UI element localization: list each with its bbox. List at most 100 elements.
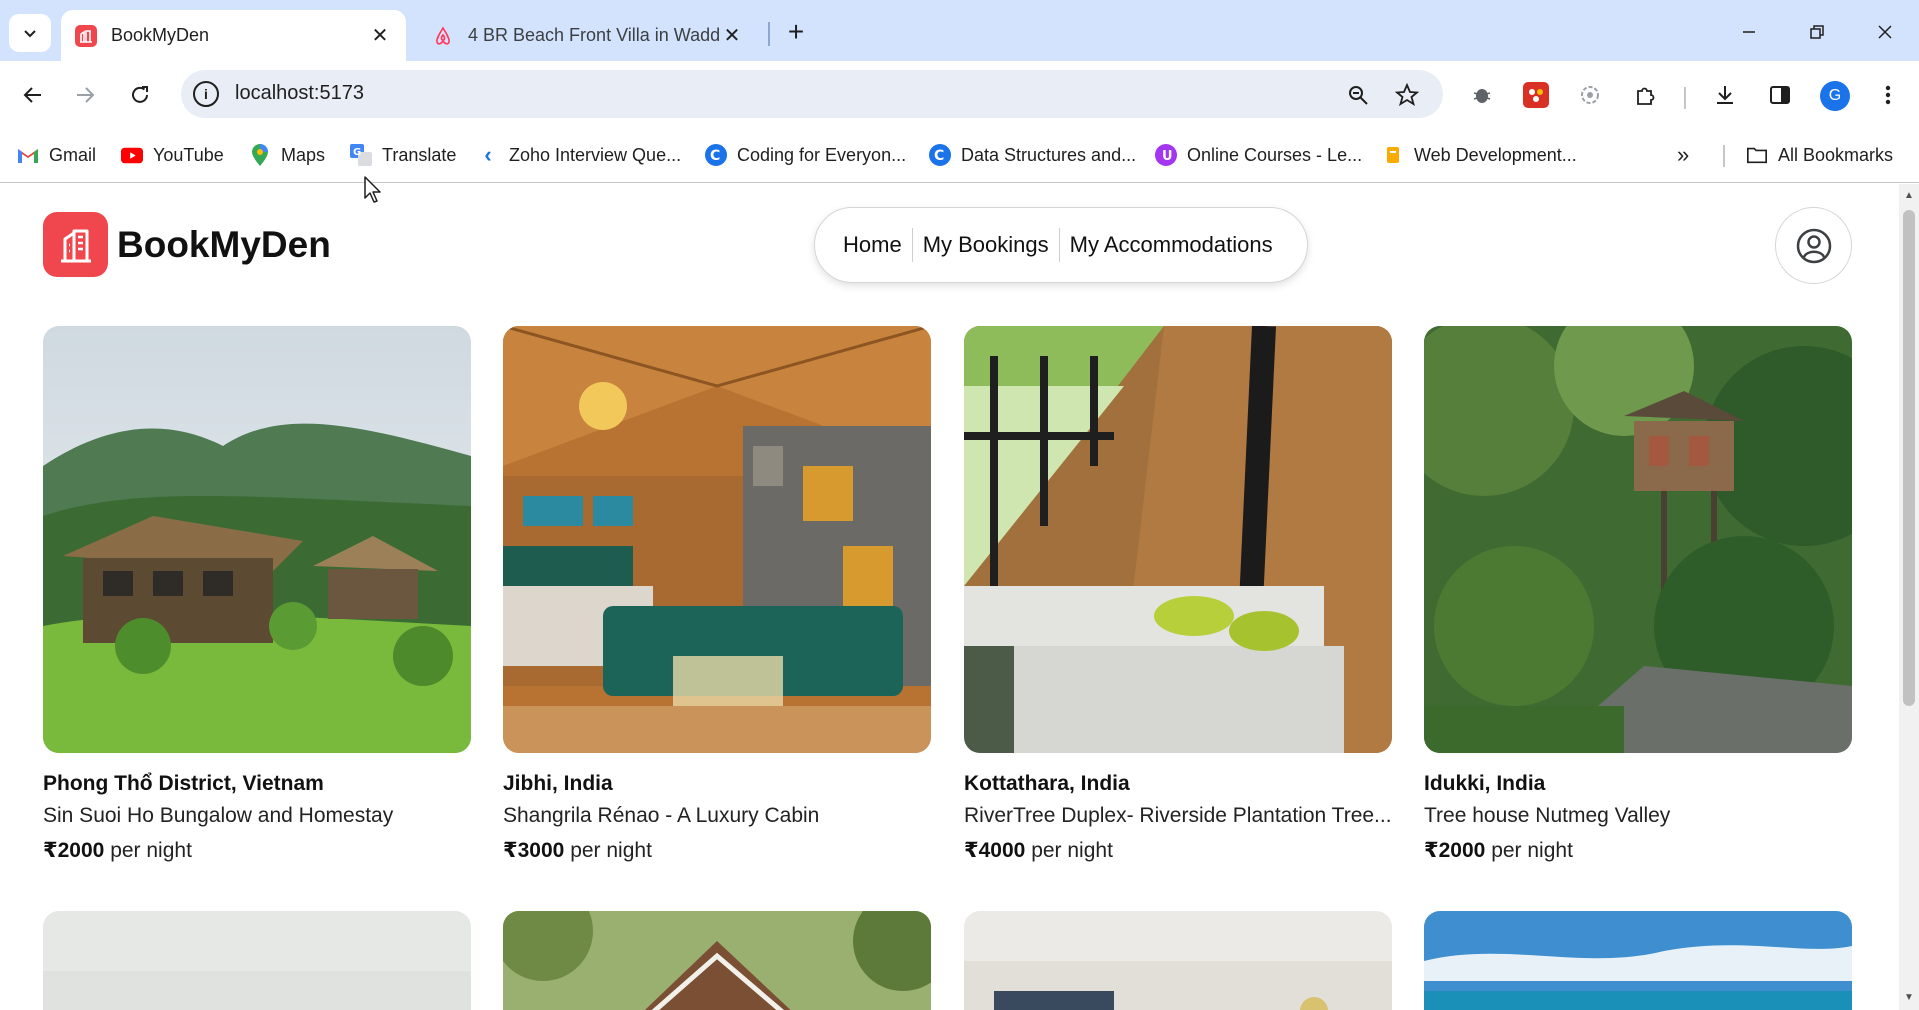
mouse-cursor-icon xyxy=(364,176,381,203)
listing-photo xyxy=(503,326,931,753)
url-text[interactable]: localhost:5173 xyxy=(235,82,364,105)
listing-title: RiverTree Duplex- Riverside Plantation T… xyxy=(964,804,1392,827)
page-scrollbar[interactable]: ▲ ▼ xyxy=(1899,184,1919,1010)
nav-my-accommodations[interactable]: My Accommodations xyxy=(1060,232,1283,258)
listing-photo-row2[interactable] xyxy=(43,911,471,1010)
scroll-down-arrow-icon[interactable]: ▼ xyxy=(1903,992,1915,1004)
svg-text:U: U xyxy=(1162,149,1173,164)
price-unit: per night xyxy=(1031,839,1113,862)
bookmark-data-structures[interactable]: C Data Structures and... xyxy=(929,141,1136,169)
listing-card[interactable]: Phong Thổ District, Vietnam Sin Suoi Ho … xyxy=(43,326,471,863)
listing-card[interactable]: Idukki, India Tree house Nutmeg Valley ₹… xyxy=(1424,326,1852,863)
all-bookmarks-button[interactable]: All Bookmarks xyxy=(1746,141,1893,169)
listing-card[interactable]: Jibhi, India Shangrila Rénao - A Luxury … xyxy=(503,326,931,863)
listing-photo xyxy=(1424,326,1852,753)
bug-extension-icon[interactable] xyxy=(1466,79,1498,111)
nav-my-bookings[interactable]: My Bookings xyxy=(913,232,1059,258)
listing-title: Shangrila Rénao - A Luxury Cabin xyxy=(503,804,820,827)
tab-strip: BookMyDen ✕ 4 BR Beach Front Villa in Wa… xyxy=(0,0,1919,61)
restore-icon xyxy=(1810,25,1824,39)
restore-button[interactable] xyxy=(1792,10,1842,54)
bookmark-coding-for-everyone[interactable]: C Coding for Everyon... xyxy=(705,141,906,169)
listing-price: ₹3000 per night xyxy=(503,838,931,863)
bookmark-youtube[interactable]: YouTube xyxy=(121,141,224,169)
maps-icon xyxy=(249,144,271,166)
listing-card[interactable]: Kottathara, India RiverTree Duplex- Rive… xyxy=(964,326,1392,863)
bookmark-label: Translate xyxy=(382,144,457,165)
close-icon xyxy=(1878,25,1892,39)
bookmark-maps[interactable]: Maps xyxy=(249,141,325,169)
zoho-icon: ‹ xyxy=(484,142,492,167)
listing-title: Sin Suoi Ho Bungalow and Homestay xyxy=(43,804,394,827)
close-tab-icon[interactable]: ✕ xyxy=(720,24,744,48)
c-icon: C xyxy=(705,144,727,166)
scroll-up-arrow-icon[interactable]: ▲ xyxy=(1903,190,1915,202)
side-panel-icon[interactable] xyxy=(1764,79,1796,111)
price-amount: ₹4000 xyxy=(964,839,1026,862)
bookmark-translate[interactable]: G Translate xyxy=(350,141,456,169)
reload-button[interactable] xyxy=(120,75,160,115)
new-tab-button[interactable]: + xyxy=(780,16,812,48)
menu-kebab-icon[interactable] xyxy=(1872,79,1904,111)
bookmark-star-icon[interactable] xyxy=(1392,80,1422,110)
brand-link[interactable]: BookMyDen xyxy=(43,212,331,277)
bookmark-label: Zoho Interview Que... xyxy=(509,144,682,165)
site-info-icon[interactable]: i xyxy=(193,81,219,107)
back-button[interactable] xyxy=(13,75,53,115)
nav-home[interactable]: Home xyxy=(833,232,912,258)
red-extension-icon[interactable] xyxy=(1520,79,1552,111)
listing-photo-row2[interactable] xyxy=(1424,911,1852,1010)
udemy-icon: U xyxy=(1155,144,1177,166)
bookmark-label: YouTube xyxy=(153,144,224,165)
close-tab-icon[interactable]: ✕ xyxy=(368,24,392,48)
more-bookmarks-button[interactable]: » xyxy=(1677,141,1689,169)
listing-photo xyxy=(43,326,471,753)
bookmarks-separator xyxy=(1723,145,1725,167)
chevron-down-icon xyxy=(24,30,36,38)
zoom-icon[interactable] xyxy=(1343,80,1373,110)
downloads-icon[interactable] xyxy=(1709,79,1741,111)
tab-title: BookMyDen xyxy=(111,25,210,45)
listing-location: Kottathara, India xyxy=(964,772,1130,795)
address-bar[interactable]: i localhost:5173 xyxy=(181,70,1443,118)
bookmark-label: Online Courses - Le... xyxy=(1187,144,1363,165)
price-amount: ₹2000 xyxy=(1424,839,1486,862)
bookmark-web-development[interactable]: Web Development... xyxy=(1382,141,1577,169)
c-icon: C xyxy=(929,144,951,166)
user-menu-button[interactable] xyxy=(1775,207,1852,284)
listing-title: Tree house Nutmeg Valley xyxy=(1424,804,1671,827)
scrollbar-thumb[interactable] xyxy=(1903,210,1915,706)
airbnb-favicon-icon xyxy=(432,25,454,47)
price-amount: ₹2000 xyxy=(43,839,105,862)
forward-button[interactable] xyxy=(65,75,105,115)
reload-icon xyxy=(132,86,148,103)
bookmark-online-courses[interactable]: U Online Courses - Le... xyxy=(1155,141,1362,169)
close-window-button[interactable] xyxy=(1860,10,1910,54)
price-unit: per night xyxy=(110,839,192,862)
tab-airbnb[interactable]: 4 BR Beach Front Villa in Waddo ✕ xyxy=(418,10,758,61)
bookmark-zoho[interactable]: ‹ Zoho Interview Que... xyxy=(477,141,681,169)
listing-photo-row2[interactable] xyxy=(964,911,1392,1010)
tab-search-button[interactable] xyxy=(9,14,51,52)
profile-avatar[interactable]: G xyxy=(1820,81,1850,111)
extensions-puzzle-icon[interactable] xyxy=(1630,79,1662,111)
bookmyden-favicon-icon xyxy=(75,24,97,47)
listing-location: Jibhi, India xyxy=(503,772,613,795)
price-unit: per night xyxy=(1491,839,1573,862)
double-chevron-icon: » xyxy=(1677,142,1690,167)
spinner-extension-icon[interactable] xyxy=(1574,79,1606,111)
listing-location: Idukki, India xyxy=(1424,772,1546,795)
listing-price: ₹2000 per night xyxy=(43,838,471,863)
tab-separator xyxy=(768,22,770,46)
youtube-icon xyxy=(121,144,143,166)
brand-name: BookMyDen xyxy=(117,223,331,265)
bookmark-gmail[interactable]: Gmail xyxy=(17,141,96,169)
tab-bookmyden[interactable]: BookMyDen ✕ xyxy=(61,10,406,61)
listing-price: ₹2000 per night xyxy=(1424,838,1852,863)
back-arrow-icon xyxy=(23,87,41,103)
toolbar-separator xyxy=(1684,87,1686,109)
bookmark-label: Maps xyxy=(281,144,326,165)
bookmark-label: Web Development... xyxy=(1414,144,1577,165)
minimize-button[interactable] xyxy=(1724,10,1774,54)
listing-photo-row2[interactable] xyxy=(503,911,931,1010)
